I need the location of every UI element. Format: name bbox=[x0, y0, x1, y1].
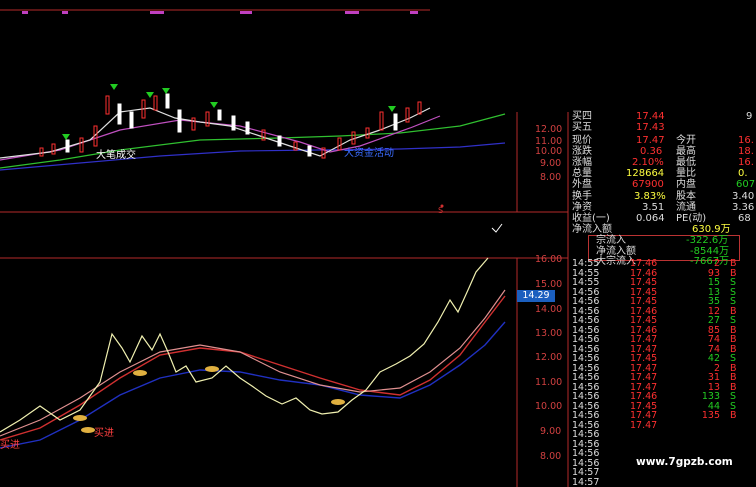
lower-y-tick: 14.00 bbox=[535, 304, 563, 315]
quote-label: 总量 bbox=[572, 168, 592, 179]
lower-y-tick: 13.00 bbox=[535, 328, 563, 339]
upper-y-tick: 10.00 bbox=[535, 146, 563, 157]
lower-y-tick: 15.00 bbox=[535, 279, 563, 290]
quote-row: 外盘 67900 内盘 607 bbox=[568, 179, 756, 190]
quote-row: 总量 128664 量比 0. bbox=[568, 168, 756, 179]
flow-label: 宗流入 bbox=[596, 235, 626, 246]
flow-title-row: 净流入额 630.9万 bbox=[568, 224, 756, 235]
quote-label2: 股本 bbox=[676, 191, 696, 202]
watermark: www.7gpzb.com bbox=[636, 456, 733, 468]
tick-list[interactable]: 14:55 17.46 2 B 14:55 17.46 93 B 14:55 17.45 15 S 14… bbox=[568, 259, 756, 487]
quote-value: 3.51 bbox=[642, 202, 665, 213]
quote-panel: 买四 17.44 9 买五 17.43 现价 17.47 今开 16. 涨跌 0… bbox=[568, 111, 756, 267]
quote-value: 0.064 bbox=[636, 213, 665, 224]
upper-y-tick: 9.00 bbox=[540, 158, 562, 169]
upper-y-tick: 12.00 bbox=[535, 124, 563, 135]
flow-row: 宗流入 -322.6万 bbox=[568, 235, 756, 246]
quote-value: 2.10% bbox=[632, 157, 664, 168]
flow-title-value: 630.9万 bbox=[692, 224, 731, 235]
quote-row: 涨跌 0.36 最高 18. bbox=[568, 146, 756, 157]
tick-vol: 135 bbox=[701, 410, 720, 421]
annotation-big-trade: 大笔成交 bbox=[96, 150, 136, 161]
quote-extra: 9 bbox=[746, 111, 753, 122]
quote-label: 收益(一) bbox=[572, 213, 610, 224]
quote-row: 换手 3.83% 股本 3.40 bbox=[568, 191, 756, 202]
upper-ma-green bbox=[0, 113, 506, 169]
quote-value: 0.36 bbox=[640, 146, 663, 157]
lower-y-tick: 11.00 bbox=[535, 377, 563, 388]
quote-value2: 16. bbox=[738, 135, 754, 146]
quote-value: 128664 bbox=[626, 168, 665, 179]
quote-label2: 量比 bbox=[676, 168, 696, 179]
current-price-tag: 14.29 bbox=[517, 290, 555, 302]
tick-row: 14:57 bbox=[568, 476, 756, 487]
quote-label: 涨跌 bbox=[572, 146, 592, 157]
quote-value: 17.47 bbox=[636, 135, 665, 146]
quote-label2: 今开 bbox=[676, 135, 696, 146]
quote-value: 3.83% bbox=[634, 191, 666, 202]
lower-pink-line bbox=[0, 289, 506, 437]
tick-side: B bbox=[730, 410, 737, 421]
lower-y-tick: 10.00 bbox=[535, 401, 563, 412]
quote-row: 现价 17.47 今开 16. bbox=[568, 135, 756, 146]
flow-value: -322.6万 bbox=[686, 235, 729, 246]
quote-value: 17.44 bbox=[636, 111, 665, 122]
tick-time: 14:57 bbox=[572, 476, 600, 487]
upper-ma-blue bbox=[0, 142, 506, 171]
quote-row: 买五 17.43 bbox=[568, 122, 756, 133]
quote-row: 收益(一) 0.064 PE(动) 68 bbox=[568, 213, 756, 224]
lower-blue-line bbox=[0, 321, 506, 449]
quote-label2: 内盘 bbox=[676, 179, 696, 190]
quote-value2: 68 bbox=[738, 213, 751, 224]
hook-mark bbox=[491, 223, 503, 233]
quote-value: 17.43 bbox=[636, 122, 665, 133]
quote-value2: 607 bbox=[736, 179, 756, 190]
quote-label: 现价 bbox=[572, 135, 592, 146]
quote-value2: 16. bbox=[738, 157, 754, 168]
green-arrow-markers bbox=[62, 84, 396, 140]
quote-value2: 0. bbox=[738, 168, 748, 179]
quote-row: 净资 3.51 流通 3.36 bbox=[568, 202, 756, 213]
annotation-buy-1: 买进 bbox=[0, 440, 20, 451]
quote-label: 涨幅 bbox=[572, 157, 592, 168]
small-s-marker: S bbox=[438, 206, 444, 215]
quote-label2: 最高 bbox=[676, 146, 696, 157]
tick-price: 17.47 bbox=[630, 419, 658, 431]
upper-y-tick: 8.00 bbox=[540, 172, 562, 183]
quote-value2: 18. bbox=[738, 146, 754, 157]
quote-label2: PE(动) bbox=[676, 213, 707, 224]
quote-label2: 流通 bbox=[676, 202, 696, 213]
quote-label: 净资 bbox=[572, 202, 592, 213]
quote-label: 买五 bbox=[572, 122, 592, 133]
top-markers bbox=[22, 11, 418, 14]
lower-y-tick: 12.00 bbox=[535, 352, 563, 363]
lower-yellow-line bbox=[0, 257, 489, 433]
quote-label: 买四 bbox=[572, 111, 592, 122]
quote-row: 涨幅 2.10% 最低 16. bbox=[568, 157, 756, 168]
quote-value2: 3.36 bbox=[732, 202, 755, 213]
quote-value2: 3.40 bbox=[732, 191, 755, 202]
lower-y-tick: 9.00 bbox=[540, 426, 562, 437]
quote-label: 换手 bbox=[572, 191, 592, 202]
quote-label: 外盘 bbox=[572, 179, 592, 190]
quote-value: 67900 bbox=[632, 179, 664, 190]
quote-row: 买四 17.44 9 bbox=[568, 111, 756, 122]
quote-label2: 最低 bbox=[676, 157, 696, 168]
lower-y-tick: 8.00 bbox=[540, 451, 562, 462]
annotation-buy-2: 买进 bbox=[94, 428, 114, 439]
flow-title: 净流入额 bbox=[572, 224, 612, 235]
annotation-big-capital: 大资金活动 bbox=[344, 148, 394, 159]
lower-y-tick: 16.00 bbox=[535, 254, 563, 265]
